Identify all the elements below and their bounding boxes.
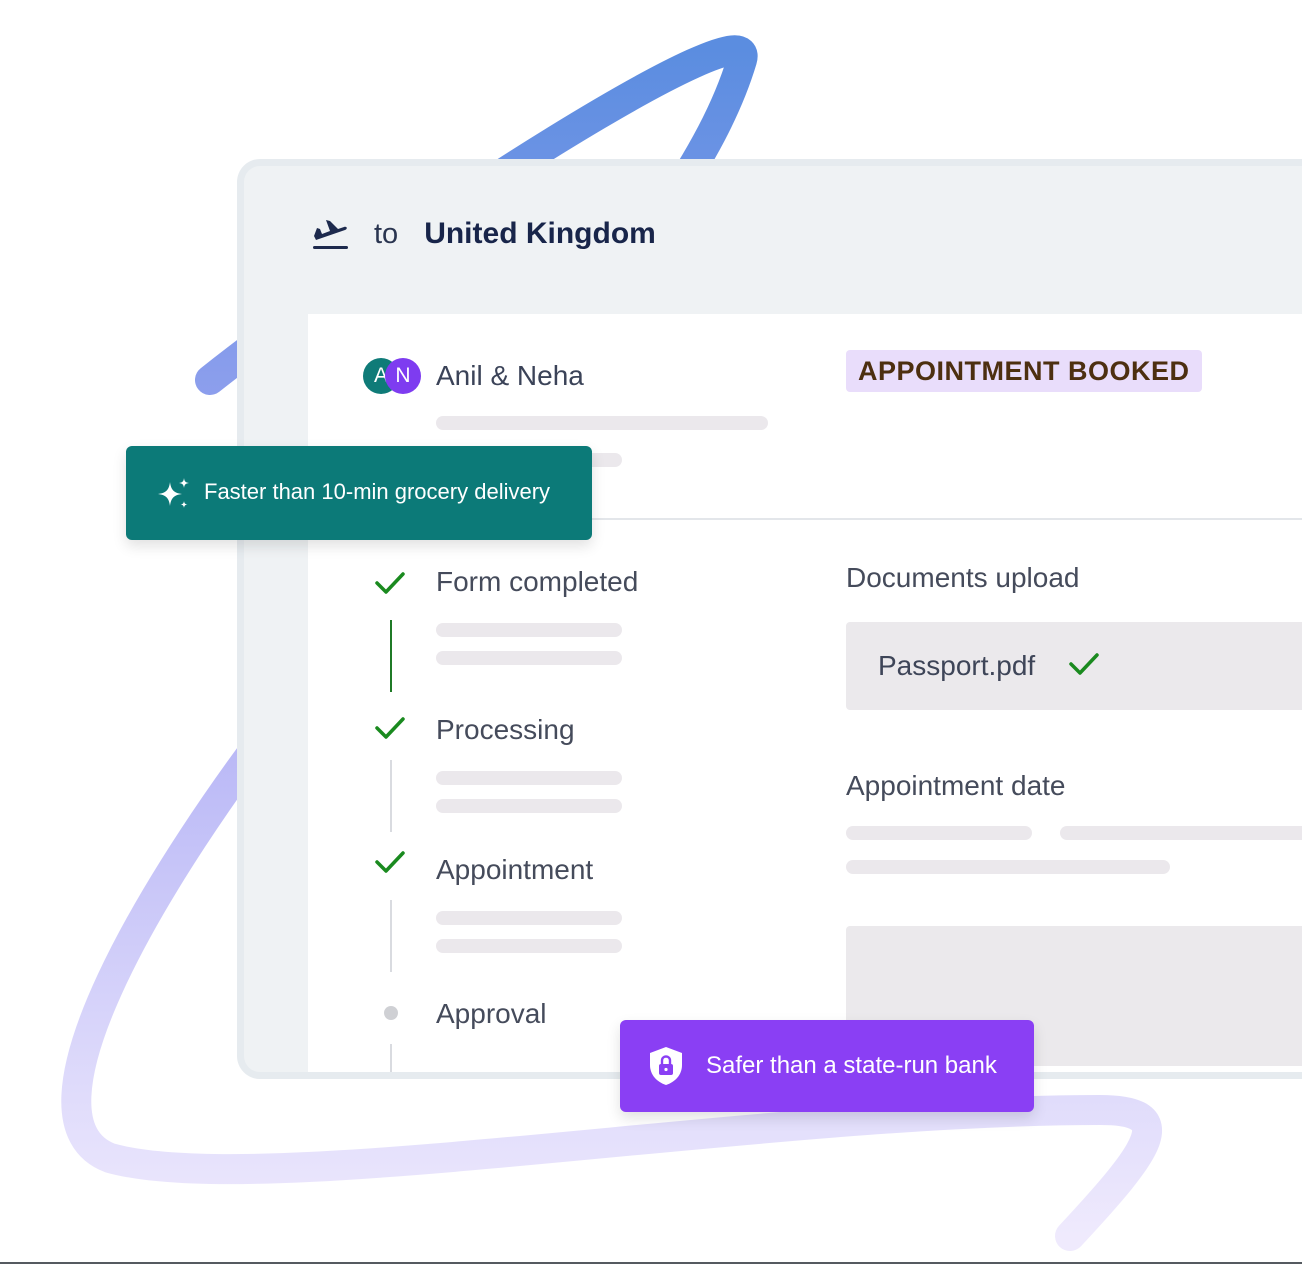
- destination-title: United Kingdom: [424, 217, 656, 250]
- speed-badge: Faster than 10-min grocery delivery: [126, 446, 592, 540]
- placeholder-bar: [436, 771, 622, 785]
- appointment-date-title: Appointment date: [846, 770, 1066, 801]
- plane-takeoff-icon: [313, 220, 348, 249]
- sparkle-icon: [158, 478, 189, 508]
- applicant-avatars: A N: [363, 358, 423, 394]
- safety-badge-text: Safer than a state-run bank: [706, 1052, 997, 1079]
- card-header: to United Kingdom: [310, 210, 656, 258]
- uploaded-file[interactable]: Passport.pdf: [846, 622, 1302, 710]
- visa-application-card: to United Kingdom A N Anil & Neha APPOIN…: [244, 166, 1302, 1072]
- placeholder-bar: [846, 826, 1032, 840]
- check-icon: [1069, 653, 1099, 675]
- check-icon: [375, 572, 405, 594]
- check-icon: [375, 717, 405, 739]
- placeholder-bar: [436, 939, 622, 953]
- avatar: N: [385, 358, 421, 394]
- check-icon: [375, 851, 405, 873]
- applicant-names: Anil & Neha: [436, 360, 584, 391]
- placeholder-bar: [436, 911, 622, 925]
- placeholder-bar: [436, 623, 622, 637]
- documents-upload-title: Documents upload: [846, 562, 1080, 593]
- placeholder-bar: [436, 416, 768, 430]
- placeholder-bar: [436, 799, 622, 813]
- step-connector: [390, 1044, 392, 1072]
- file-name: Passport.pdf: [878, 650, 1036, 681]
- to-label: to: [374, 217, 399, 250]
- status-badge: APPOINTMENT BOOKED: [846, 350, 1202, 392]
- speed-badge-text: Faster than 10-min grocery delivery: [204, 479, 551, 504]
- placeholder-bar: [436, 651, 622, 665]
- application-panel: A N Anil & Neha APPOINTMENT BOOKED Form …: [308, 314, 1302, 1072]
- shield-lock-icon: [650, 1047, 682, 1085]
- step-connector: [390, 900, 392, 972]
- pending-step-dot: [384, 1006, 398, 1020]
- placeholder-bar: [1060, 826, 1302, 840]
- step-label: Processing: [436, 714, 575, 745]
- step-label: Form completed: [436, 566, 639, 597]
- step-connector: [390, 620, 392, 692]
- step-label: Approval: [436, 998, 547, 1029]
- step-label: Appointment: [436, 854, 594, 885]
- placeholder-bar: [846, 860, 1170, 874]
- step-connector: [390, 760, 392, 832]
- safety-badge: Safer than a state-run bank: [620, 1020, 1034, 1112]
